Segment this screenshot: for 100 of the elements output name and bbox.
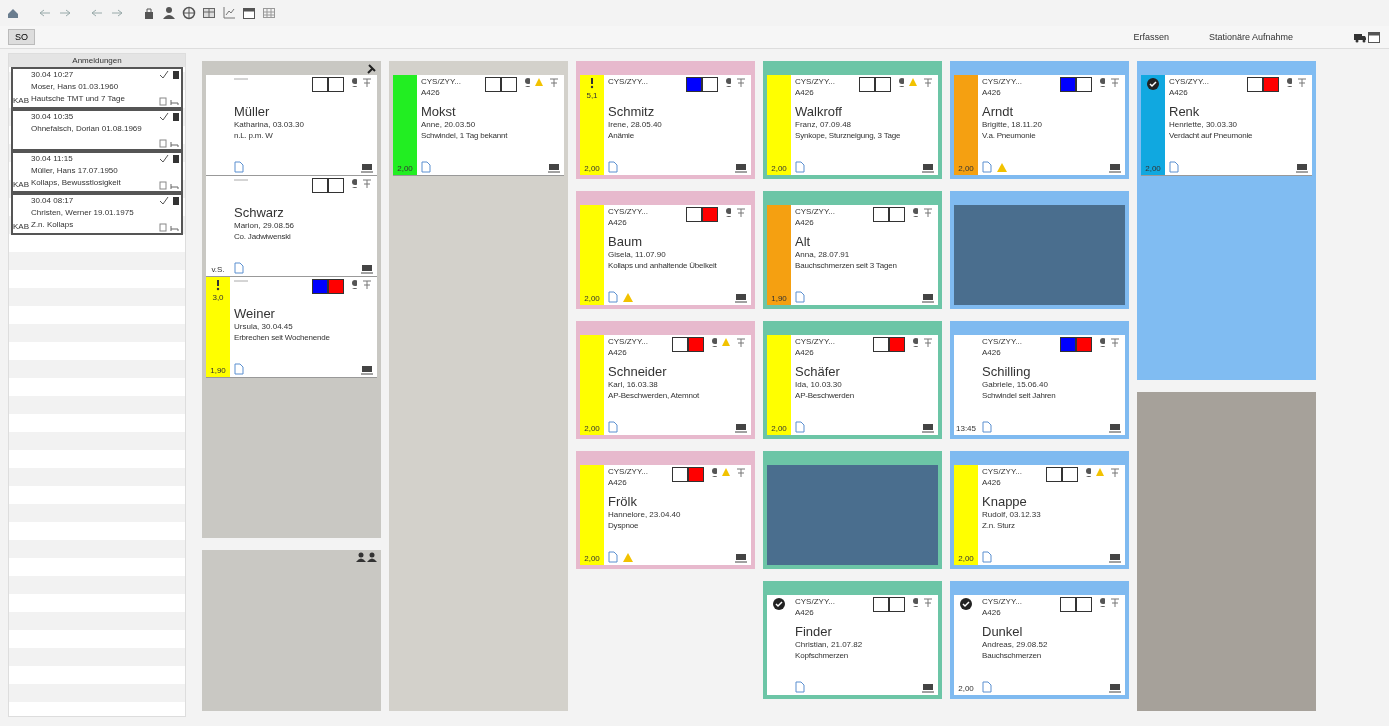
case-code: CYS/ZYY... (608, 467, 649, 476)
patient-card[interactable]: 2,00 CYS/ZYY... A426 Baum Gisela, 11.07.90 Kollaps und anhaltende Übelkeit (580, 205, 751, 305)
patient-name: Baum (608, 234, 643, 249)
diagnosis: Bauchschmerzen (982, 651, 1042, 660)
room-number: A426 (608, 218, 628, 227)
document-icon[interactable] (795, 421, 805, 433)
grid-icon[interactable] (202, 6, 216, 20)
patient-card[interactable]: 2,00 CYS/ZYY... A426 Mokst Anne, 20.03.50 Schwindel, 1 Tag bekannt (393, 75, 564, 175)
check-icon[interactable] (159, 154, 169, 163)
calendar-icon[interactable] (1367, 30, 1381, 44)
trash-icon[interactable] (172, 112, 180, 121)
globe-icon[interactable] (182, 6, 196, 20)
document-icon[interactable] (982, 681, 992, 693)
case-code: CYS/ZYY... (608, 337, 649, 346)
room-number: A426 (421, 88, 441, 97)
wait-time: 2,00 (1145, 164, 1161, 173)
registration-entry[interactable]: KAB 30.04 08:17 Christen, Werner 19.01.1975 Z.n. Kollaps (11, 193, 183, 235)
toolbar-link[interactable]: Stationäre Aufnahme (1208, 32, 1293, 42)
patient-name: Schmitz (608, 104, 656, 119)
patient-card[interactable]: 2,00 CYS/ZYY... A426 Frölk Hannelore, 23.04.40 Dyspnoe (580, 465, 751, 565)
calendar-icon[interactable] (242, 6, 256, 20)
case-code: CYS/ZYY... (982, 337, 1023, 346)
entry-code: KAB (13, 96, 29, 105)
case-code: CYS/ZYY... (795, 337, 836, 346)
trash-icon[interactable] (172, 196, 180, 205)
chart-icon[interactable] (222, 6, 236, 20)
patient-name: Alt (795, 234, 812, 249)
patient-card[interactable]: 5,1 2,00 CYS/ZYY... Schmitz Irene, 28.05.40 Anämie (580, 75, 751, 175)
document-icon[interactable] (234, 363, 244, 375)
entry-time: 30.04 10:35 (31, 112, 75, 121)
check-icon[interactable] (159, 112, 169, 121)
table-icon[interactable] (262, 6, 276, 20)
document-icon[interactable] (982, 551, 992, 563)
trash-icon[interactable] (172, 70, 180, 79)
patient-card[interactable]: v.S. Schwarz Marion, 29.08.56 Co. Jadwiwenski (206, 176, 377, 276)
document-icon[interactable] (795, 291, 805, 303)
registration-entry[interactable]: 30.04 10:35 Ohnefalsch, Dorian 01.08.1969 (11, 109, 183, 151)
patient-card[interactable]: 13:45 CYS/ZYY... A426 Schilling Gabriele, 15.06.40 Schwindel seit Jahren (954, 335, 1125, 435)
trash-icon[interactable] (172, 154, 180, 163)
diagnosis: Co. Jadwiwenski (234, 232, 292, 241)
patient-card[interactable]: 2,00 CYS/ZYY... A426 Arndt Brigitte, 18.11.20 V.a. Pneumonie (954, 75, 1125, 175)
document-icon[interactable] (234, 161, 244, 173)
patient-name: Schäfer (795, 364, 841, 379)
patient-name: Müller (234, 104, 271, 119)
document-icon[interactable] (1169, 161, 1179, 173)
patient-card[interactable]: 2,00 CYS/ZYY... A426 Schäfer Ida, 10.03.30 AP-Beschwerden (767, 335, 938, 435)
birth-date: Anna, 28.07.91 (795, 250, 851, 259)
document-icon[interactable] (421, 161, 431, 173)
diagnosis: Bauchschmerzen seit 3 Tagen (795, 261, 898, 270)
lock-icon[interactable] (142, 6, 156, 20)
room-number: A426 (795, 218, 815, 227)
document-icon[interactable] (795, 681, 805, 693)
birth-date: Gisela, 11.07.90 (608, 250, 667, 259)
entry-name: Müller, Hans 17.07.1950 (31, 166, 119, 175)
diagnosis: n.L. p.m. W (234, 131, 274, 140)
entry-note: Z.n. Kollaps (31, 220, 75, 229)
pin-icon[interactable] (366, 62, 377, 74)
dash-icon (234, 77, 248, 81)
tab-button[interactable]: SO (8, 29, 35, 45)
toolbar-link[interactable]: Erfassen (1133, 32, 1169, 42)
patient-card[interactable]: CYS/ZYY... A426 Finder Christian, 21.07.82 Kopfschmerzen (767, 595, 938, 695)
patient-card[interactable]: 2,00 CYS/ZYY... A426 Schneider Karl, 16.03.38 AP-Beschwerden, Atemnot (580, 335, 751, 435)
document-icon[interactable] (608, 421, 618, 433)
birth-date: Brigitte, 18.11.20 (982, 120, 1043, 129)
document-icon[interactable] (982, 161, 992, 173)
check-icon[interactable] (159, 70, 169, 79)
entry-time: 30.04 10:27 (31, 70, 75, 79)
entry-note: Kollaps, Bewusstlosigkeit (31, 178, 122, 187)
case-code: CYS/ZYY... (982, 597, 1023, 606)
patient-card[interactable]: 3,0 1,90 Weiner Ursula, 30.04.45 Erbrechen seit Wochenende (206, 277, 377, 377)
document-icon[interactable] (982, 421, 992, 433)
patient-name: Dunkel (982, 624, 1024, 639)
room-number: A426 (608, 478, 628, 487)
patient-card[interactable]: 2,00 CYS/ZYY... A426 Renk Henriette, 30.03.30 Verdacht auf Pneumonie (1141, 75, 1312, 175)
wait-time: 2,00 (584, 164, 600, 173)
wait-time: 2,00 (584, 554, 600, 563)
birth-date: Gabriele, 15.06.40 (982, 380, 1049, 389)
document-icon[interactable] (234, 262, 244, 274)
registration-entry[interactable]: KAB 30.04 10:27 Moser, Hans 01.03.1960 Hautsche TMT und 7 Tage (11, 67, 183, 109)
patient-card[interactable]: 2,00 CYS/ZYY... A426 Knappe Rudolf, 03.12.33 Z.n. Sturz (954, 465, 1125, 565)
home-icon[interactable] (6, 6, 20, 20)
wait-time: 2,00 (958, 684, 974, 693)
wait-time: 2,00 (771, 424, 787, 433)
document-icon[interactable] (608, 551, 618, 563)
case-code: CYS/ZYY... (608, 77, 649, 86)
patient-name: Arndt (982, 104, 1015, 119)
wait-time: 2,00 (584, 294, 600, 303)
patient-card[interactable]: 2,00 CYS/ZYY... A426 Dunkel Andreas, 29.08.52 Bauchschmerzen (954, 595, 1125, 695)
diagnosis: Synkope, Sturzneigung, 3 Tage (795, 131, 902, 140)
document-icon[interactable] (795, 161, 805, 173)
wait-time: 1,90 (771, 294, 787, 303)
document-icon[interactable] (608, 161, 618, 173)
registration-entry[interactable]: KAB 30.04 11:15 Müller, Hans 17.07.1950 Kollaps, Bewusstlosigkeit (11, 151, 183, 193)
people-icon[interactable] (356, 551, 377, 562)
triage-score: 3,0 (212, 293, 224, 302)
check-icon[interactable] (159, 196, 169, 205)
patient-card[interactable]: 2,00 CYS/ZYY... A426 Walkroff Franz, 07.09.48 Synkope, Sturzneigung, 3 Tage (767, 75, 938, 175)
person-icon[interactable] (162, 6, 176, 20)
document-icon[interactable] (608, 291, 618, 303)
patient-card[interactable]: 1,90 CYS/ZYY... A426 Alt Anna, 28.07.91 Bauchschmerzen seit 3 Tagen (767, 205, 938, 305)
